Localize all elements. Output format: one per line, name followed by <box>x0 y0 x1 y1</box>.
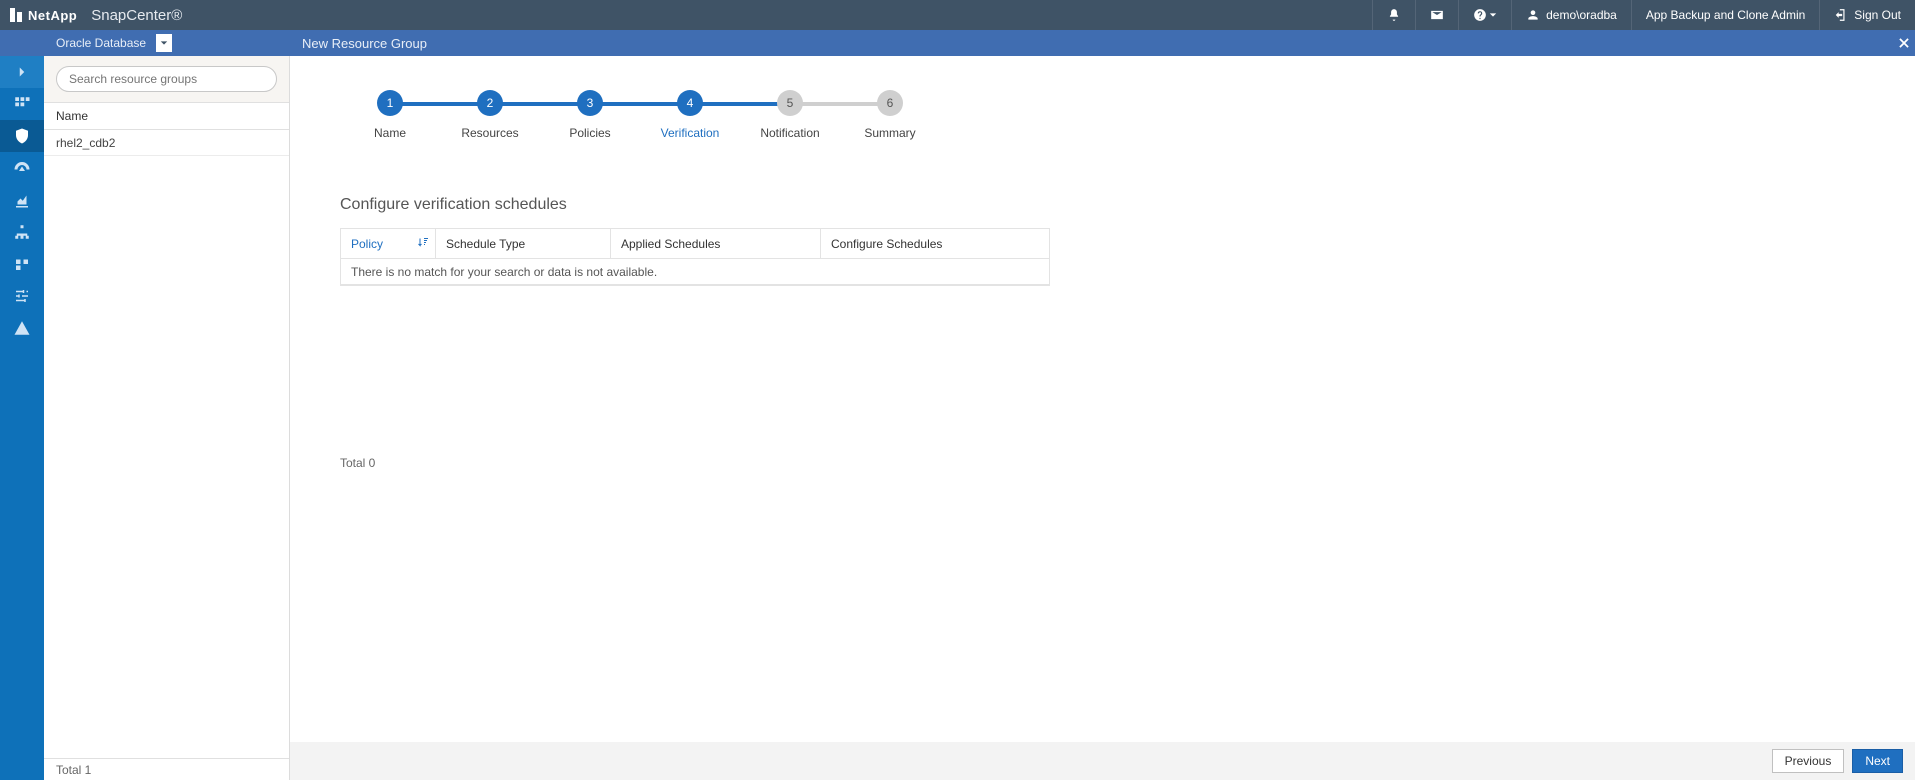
resource-name: rhel2_cdb2 <box>56 136 115 150</box>
close-wizard-button[interactable] <box>1897 30 1911 56</box>
empty-row: There is no match for your search or dat… <box>341 259 1049 285</box>
rail-resources[interactable] <box>0 120 44 152</box>
wizard-steps: 1 Name 2 Resources 3 Policies 4 Verifica… <box>340 90 1915 140</box>
grid-icon <box>13 95 31 113</box>
schedule-table: Policy Schedule Type Applied Schedules C… <box>340 228 1050 286</box>
sub-header: Oracle Database New Resource Group <box>0 30 1915 56</box>
help-button[interactable] <box>1458 0 1511 30</box>
caret-down-icon <box>160 39 168 47</box>
wizard-main: 1 Name 2 Resources 3 Policies 4 Verifica… <box>290 56 1915 780</box>
rail-hosts[interactable] <box>0 216 44 248</box>
col-configure-label: Configure Schedules <box>831 237 942 251</box>
rail-alerts[interactable] <box>0 312 44 344</box>
step-number: 4 <box>677 90 703 116</box>
notifications-button[interactable] <box>1372 0 1415 30</box>
rail-monitor[interactable] <box>0 152 44 184</box>
step-number: 2 <box>477 90 503 116</box>
user-name: demo\oradba <box>1546 8 1617 22</box>
step-label: Verification <box>661 126 720 140</box>
next-label: Next <box>1865 754 1890 768</box>
section-title: Configure verification schedules <box>340 196 1915 214</box>
search-input[interactable] <box>56 66 277 92</box>
step-label: Resources <box>461 126 518 140</box>
brand-company: NetApp <box>28 8 77 23</box>
col-schedule-type[interactable]: Schedule Type <box>436 229 611 258</box>
left-total: Total 1 <box>44 758 289 780</box>
topbar-right: demo\oradba App Backup and Clone Admin S… <box>1372 0 1915 30</box>
step-notification: 5 Notification <box>740 90 840 140</box>
chevron-right-icon <box>13 63 31 81</box>
role-label[interactable]: App Backup and Clone Admin <box>1631 0 1819 30</box>
left-total-label: Total 1 <box>56 763 91 777</box>
col-schedule-label: Schedule Type <box>446 237 525 251</box>
rail-storage[interactable] <box>0 248 44 280</box>
step-summary: 6 Summary <box>840 90 940 140</box>
previous-button[interactable]: Previous <box>1772 749 1845 773</box>
db-name: Oracle Database <box>56 36 146 50</box>
col-policy-label: Policy <box>351 237 383 251</box>
wizard-footer: Previous Next <box>290 742 1915 780</box>
step-number: 1 <box>377 90 403 116</box>
db-dropdown-button[interactable] <box>156 34 172 52</box>
shield-check-icon <box>13 127 31 145</box>
table-total: Total 0 <box>340 456 1915 470</box>
nav-rail <box>0 56 44 780</box>
sort-icon[interactable] <box>417 236 429 251</box>
top-bar: NetApp SnapCenter® demo\oradba App Backu… <box>0 0 1915 30</box>
rail-dashboard[interactable] <box>0 88 44 120</box>
chart-icon <box>13 191 31 209</box>
step-policies[interactable]: 3 Policies <box>540 90 640 140</box>
user-menu[interactable]: demo\oradba <box>1511 0 1631 30</box>
resource-row[interactable]: rhel2_cdb2 <box>44 130 289 156</box>
step-label: Notification <box>760 126 819 140</box>
sign-out-label: Sign Out <box>1854 8 1901 22</box>
page-title: New Resource Group <box>302 36 427 51</box>
netapp-logo-icon <box>10 8 22 22</box>
brand-product: SnapCenter® <box>91 7 182 24</box>
step-resources[interactable]: 2 Resources <box>440 90 540 140</box>
warning-icon <box>13 319 31 337</box>
table-body: There is no match for your search or dat… <box>341 259 1049 285</box>
col-policy[interactable]: Policy <box>341 229 436 258</box>
previous-label: Previous <box>1785 754 1832 768</box>
user-icon <box>1526 8 1540 22</box>
role-text: App Backup and Clone Admin <box>1646 8 1805 22</box>
rail-settings[interactable] <box>0 280 44 312</box>
body: Name rhel2_cdb2 Total 1 1 Name 2 Resourc… <box>0 56 1915 780</box>
step-number: 5 <box>777 90 803 116</box>
sign-out-button[interactable]: Sign Out <box>1819 0 1915 30</box>
col-applied[interactable]: Applied Schedules <box>611 229 821 258</box>
step-name[interactable]: 1 Name <box>340 90 440 140</box>
rail-reports[interactable] <box>0 184 44 216</box>
sitemap-icon <box>13 223 31 241</box>
search-wrap <box>44 56 289 102</box>
sliders-icon <box>13 287 31 305</box>
bell-icon <box>1387 8 1401 22</box>
step-label: Summary <box>864 126 915 140</box>
close-icon <box>1897 36 1911 50</box>
help-icon <box>1473 8 1487 22</box>
col-configure[interactable]: Configure Schedules <box>821 229 1049 258</box>
blocks-icon <box>13 255 31 273</box>
brand: NetApp SnapCenter® <box>10 7 182 24</box>
name-header[interactable]: Name <box>44 102 289 130</box>
next-button[interactable]: Next <box>1852 749 1903 773</box>
sign-out-icon <box>1834 8 1848 22</box>
table-header: Policy Schedule Type Applied Schedules C… <box>341 229 1049 259</box>
messages-button[interactable] <box>1415 0 1458 30</box>
step-label: Policies <box>569 126 610 140</box>
step-number: 6 <box>877 90 903 116</box>
caret-down-icon <box>1489 11 1497 19</box>
col-applied-label: Applied Schedules <box>621 237 720 251</box>
mail-icon <box>1430 8 1444 22</box>
db-selector[interactable]: Oracle Database <box>0 30 290 56</box>
gauge-icon <box>13 159 31 177</box>
step-number: 3 <box>577 90 603 116</box>
rail-expand-button[interactable] <box>0 56 44 88</box>
left-panel: Name rhel2_cdb2 Total 1 <box>44 56 290 780</box>
step-label: Name <box>374 126 406 140</box>
name-header-label: Name <box>56 109 88 123</box>
step-verification[interactable]: 4 Verification <box>640 90 740 140</box>
